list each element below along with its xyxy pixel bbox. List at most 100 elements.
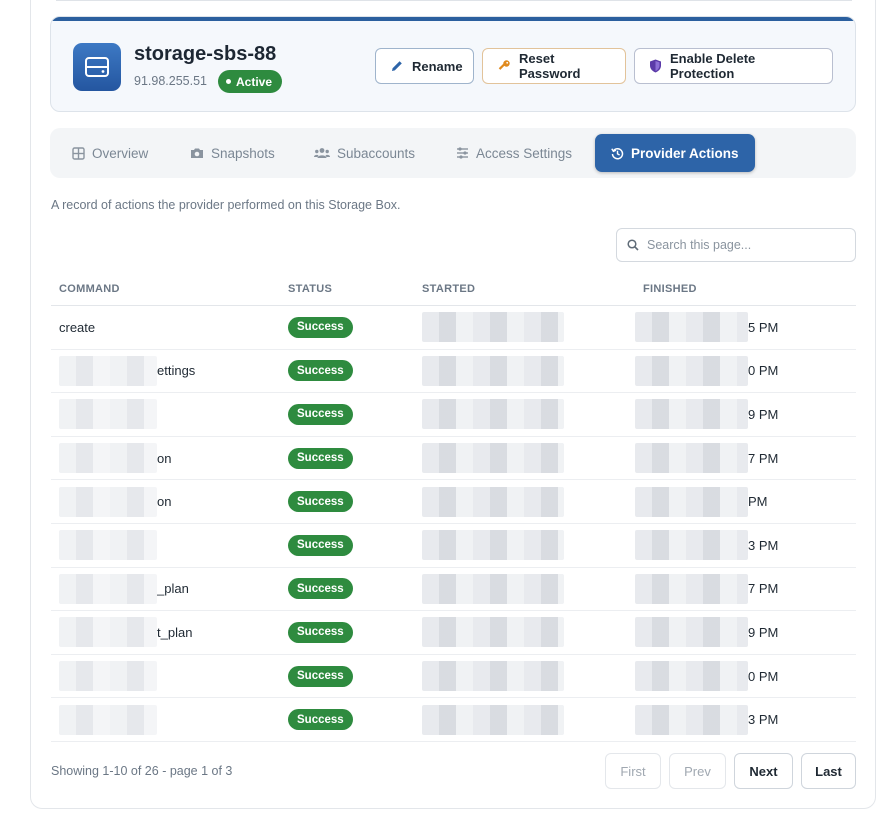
sliders-icon [457,147,468,159]
tab-subaccounts[interactable]: Subaccounts [314,134,415,172]
tab-access-settings[interactable]: Access Settings [456,134,572,172]
redacted-block [635,573,748,604]
finished-cell: 5 PM [635,306,778,349]
success-badge: Success [288,316,353,338]
tab-subaccounts-label: Subaccounts [337,145,416,161]
finished-time-text: PM [748,494,768,510]
tab-snapshots-label: Snapshots [211,145,275,161]
tab-provider-actions-label: Provider Actions [631,145,739,161]
reset-password-button[interactable]: Reset Password [482,48,626,84]
command-cell: on [59,480,171,523]
success-badge: Success [288,665,353,687]
tab-bar: Overview Snapshots Subaccounts Access Se… [50,128,856,178]
started-cell [422,611,564,654]
redacted-block [635,355,748,386]
status-cell: Success [288,393,353,436]
search-icon [627,239,639,251]
rename-label: Rename [412,58,463,74]
started-cell [422,655,564,698]
users-icon [314,148,330,158]
redacted-block [59,661,157,692]
tab-snapshots[interactable]: Snapshots [190,134,275,172]
started-cell [422,437,564,480]
first-page-button[interactable]: First [605,753,661,789]
enable-delete-protection-button[interactable]: Enable Delete Protection [634,48,833,84]
redacted-block [635,530,748,561]
tab-provider-actions[interactable]: Provider Actions [595,134,755,172]
status-cell: Success [288,568,353,611]
finished-cell: 0 PM [635,350,778,393]
started-cell [422,393,564,436]
page-description: A record of actions the provider perform… [51,198,401,212]
last-page-button[interactable]: Last [801,753,856,789]
storage-box-header: storage-sbs-88 91.98.255.51 Active Renam… [50,16,856,112]
column-command: COMMAND [59,283,120,295]
finished-time-text: 0 PM [748,363,779,379]
storage-box-name: storage-sbs-88 [134,43,277,65]
search-box[interactable] [616,228,856,262]
command-cell [59,655,157,698]
redacted-block [422,704,564,735]
started-cell [422,480,564,523]
command-cell: ettings [59,350,195,393]
redacted-block [422,530,564,561]
status-cell: Success [288,480,353,523]
redacted-block [635,399,748,430]
table-row: _plan Success 7 PM [51,568,856,612]
command-text: create [59,319,96,335]
server-icon [73,43,121,91]
started-cell [422,350,564,393]
status-cell: Success [288,655,353,698]
table-row: Success 9 PM [51,393,856,437]
delete-protection-label: Enable Delete Protection [670,51,756,81]
table-row: Success 3 PM [51,524,856,568]
finished-time-text: 3 PM [748,712,779,728]
redacted-block [422,443,564,474]
status-cell: Success [288,524,353,567]
redacted-block [422,486,564,517]
status-cell: Success [288,350,353,393]
reset-password-label: Reset Password [519,51,581,81]
table-row: on Success 7 PM [51,437,856,481]
finished-cell: 3 PM [635,698,778,741]
command-cell: _plan [59,568,189,611]
finished-time-text: 7 PM [748,450,779,466]
status-cell: Success [288,611,353,654]
command-cell: create [59,306,95,349]
prev-page-button[interactable]: Prev [669,753,726,789]
success-badge: Success [288,621,353,643]
redacted-block [635,486,748,517]
finished-cell: 3 PM [635,524,778,567]
success-badge: Success [288,491,353,513]
success-badge: Success [288,447,353,469]
column-finished: FINISHED [643,283,697,295]
command-cell [59,393,157,436]
success-badge: Success [288,403,353,425]
finished-cell: PM [635,480,768,523]
command-cell [59,524,157,567]
redacted-block [635,312,748,343]
rename-button[interactable]: Rename [375,48,474,84]
command-text: on [157,450,172,466]
finished-cell: 9 PM [635,393,778,436]
finished-time-text: 7 PM [748,581,779,597]
started-cell [422,524,564,567]
camera-icon [191,148,203,158]
redacted-block [59,704,157,735]
redacted-block [422,573,564,604]
success-badge: Success [288,578,353,600]
command-text: ettings [157,363,196,379]
tab-access-settings-label: Access Settings [476,145,573,161]
next-page-button[interactable]: Next [734,753,793,789]
redacted-block [59,617,157,648]
finished-cell: 7 PM [635,437,778,480]
redacted-block [59,399,157,430]
finished-cell: 9 PM [635,611,778,654]
table-row: Success 3 PM [51,698,856,742]
redacted-block [422,312,564,343]
redacted-block [59,530,157,561]
tab-overview[interactable]: Overview [72,134,148,172]
search-input[interactable] [647,238,837,252]
finished-time-text: 9 PM [748,624,779,640]
started-cell [422,698,564,741]
